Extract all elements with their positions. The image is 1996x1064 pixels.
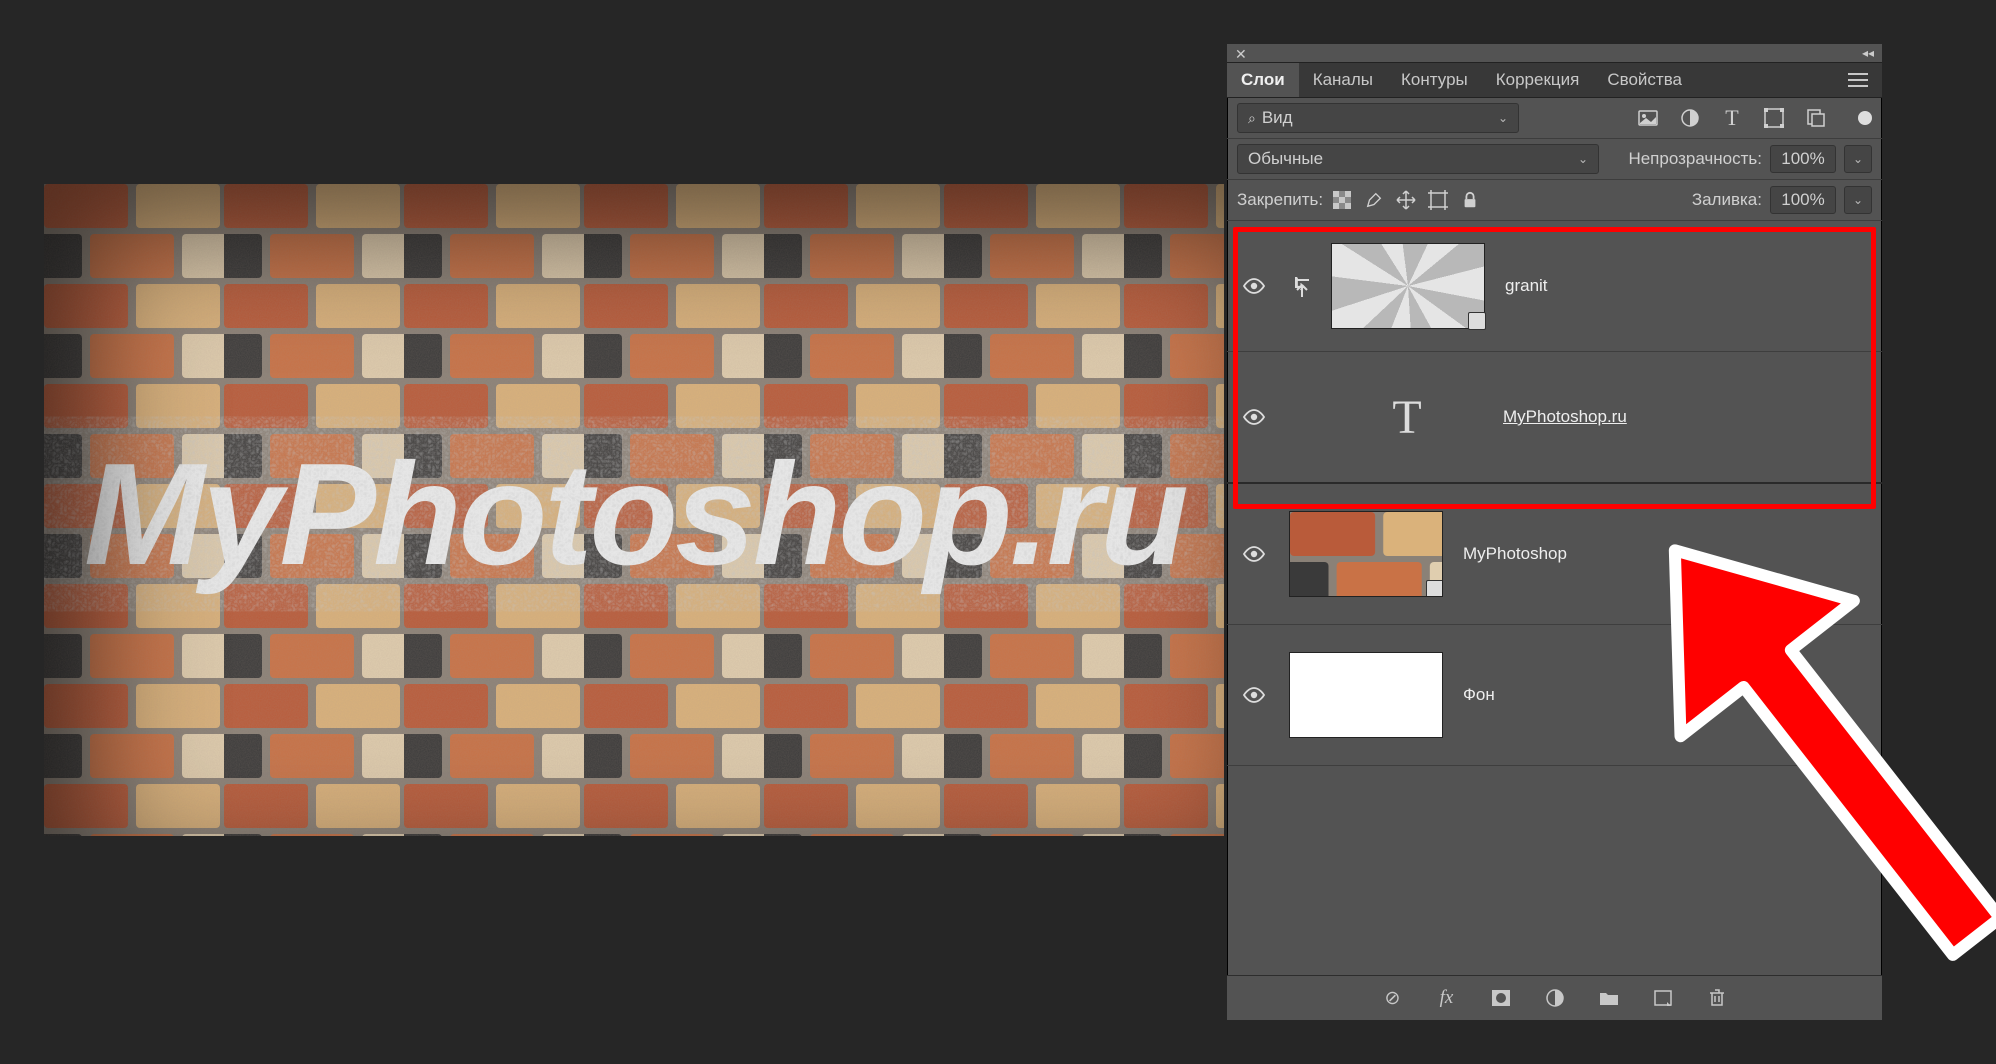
layer-row[interactable]: T MyPhotoshop.ru — [1227, 352, 1882, 484]
type-layer-icon: T — [1392, 390, 1421, 445]
tab-layers[interactable]: Слои — [1227, 63, 1299, 97]
fill-chevron[interactable]: ⌄ — [1844, 186, 1872, 214]
filter-type-icon[interactable]: T — [1722, 108, 1742, 128]
panel-tabs: Слои Каналы Контуры Коррекция Свойства — [1227, 62, 1882, 98]
clipping-indicator-icon: ↳ — [1289, 275, 1311, 297]
layers-panel: ✕ ◂◂ Слои Каналы Контуры Коррекция Свойс… — [1227, 44, 1882, 1020]
lock-artboard-icon[interactable] — [1427, 189, 1449, 211]
layer-name[interactable]: MyPhotoshop — [1463, 544, 1567, 564]
tab-adjustments[interactable]: Коррекция — [1482, 63, 1594, 97]
fill-value[interactable]: 100% — [1770, 186, 1836, 214]
opacity-value[interactable]: 100% — [1770, 145, 1836, 173]
close-icon[interactable]: ✕ — [1235, 46, 1247, 63]
opacity-label: Непрозрачность: — [1628, 149, 1762, 169]
chevron-down-icon: ⌄ — [1578, 152, 1588, 166]
layer-thumbnail[interactable] — [1331, 243, 1485, 329]
fill-label: Заливка: — [1692, 190, 1762, 210]
new-layer-icon[interactable] — [1650, 985, 1676, 1011]
smart-object-badge-icon — [1426, 580, 1443, 597]
layer-row[interactable]: ↳ granit — [1227, 221, 1882, 352]
lock-label: Закрепить: — [1237, 190, 1323, 210]
panel-titlebar: ✕ ◂◂ — [1227, 44, 1882, 62]
layers-list: ↳ granit T MyPhotoshop.ru MyPhotoshop Фо… — [1227, 221, 1882, 931]
tab-paths[interactable]: Контуры — [1387, 63, 1482, 97]
panel-menu-icon[interactable] — [1848, 73, 1868, 87]
layer-thumbnail[interactable]: T — [1331, 375, 1483, 459]
layer-name[interactable]: granit — [1505, 276, 1548, 296]
layer-thumbnail[interactable] — [1289, 652, 1443, 738]
filter-toggle-switch[interactable] — [1858, 111, 1872, 125]
link-layers-icon[interactable]: ⊘ — [1380, 985, 1406, 1011]
lock-transparency-icon[interactable] — [1331, 189, 1353, 211]
visibility-toggle[interactable] — [1239, 542, 1269, 566]
blend-mode-select[interactable]: Обычные ⌄ — [1237, 144, 1599, 174]
search-icon: ⌕ — [1248, 110, 1256, 126]
visibility-toggle[interactable] — [1239, 683, 1269, 707]
collapse-icon[interactable]: ◂◂ — [1862, 46, 1874, 60]
blend-mode-value: Обычные — [1248, 149, 1323, 169]
add-mask-icon[interactable] — [1488, 985, 1514, 1011]
lock-all-icon[interactable] — [1459, 189, 1481, 211]
delete-layer-icon[interactable] — [1704, 985, 1730, 1011]
lock-position-icon[interactable] — [1395, 189, 1417, 211]
lock-fill-row: Закрепить: Заливка: 100% ⌄ — [1227, 180, 1882, 221]
layer-row[interactable]: Фон — [1227, 625, 1882, 766]
new-group-icon[interactable] — [1596, 985, 1622, 1011]
visibility-toggle[interactable] — [1239, 405, 1269, 429]
layers-footer: ⊘ fx — [1227, 975, 1882, 1020]
lock-pixels-icon[interactable] — [1363, 189, 1385, 211]
filter-pixel-icon[interactable] — [1638, 108, 1658, 128]
layer-name[interactable]: Фон — [1463, 685, 1495, 705]
tab-properties[interactable]: Свойства — [1593, 63, 1696, 97]
blend-opacity-row: Обычные ⌄ Непрозрачность: 100% ⌄ — [1227, 139, 1882, 180]
layer-thumbnail[interactable] — [1289, 511, 1443, 597]
visibility-toggle[interactable] — [1239, 274, 1269, 298]
new-adjustment-layer-icon[interactable] — [1542, 985, 1568, 1011]
layer-effects-icon[interactable]: fx — [1434, 985, 1460, 1011]
layer-row[interactable]: MyPhotoshop — [1227, 484, 1882, 625]
filter-adjustment-icon[interactable] — [1680, 108, 1700, 128]
tab-channels[interactable]: Каналы — [1299, 63, 1387, 97]
document-canvas[interactable]: MyPhotoshop.ru MyPhotoshop.ru — [44, 184, 1224, 836]
smart-object-badge-icon — [1468, 312, 1486, 330]
layer-name[interactable]: MyPhotoshop.ru — [1503, 407, 1627, 427]
filter-shape-icon[interactable] — [1764, 108, 1784, 128]
opacity-chevron[interactable]: ⌄ — [1844, 145, 1872, 173]
chevron-down-icon: ⌄ — [1498, 111, 1508, 125]
filter-kind-select[interactable]: ⌕ Вид ⌄ — [1237, 103, 1519, 133]
filter-smart-icon[interactable] — [1806, 108, 1826, 128]
filter-kind-label: Вид — [1262, 108, 1293, 127]
layer-filter-row: ⌕ Вид ⌄ T — [1227, 98, 1882, 139]
